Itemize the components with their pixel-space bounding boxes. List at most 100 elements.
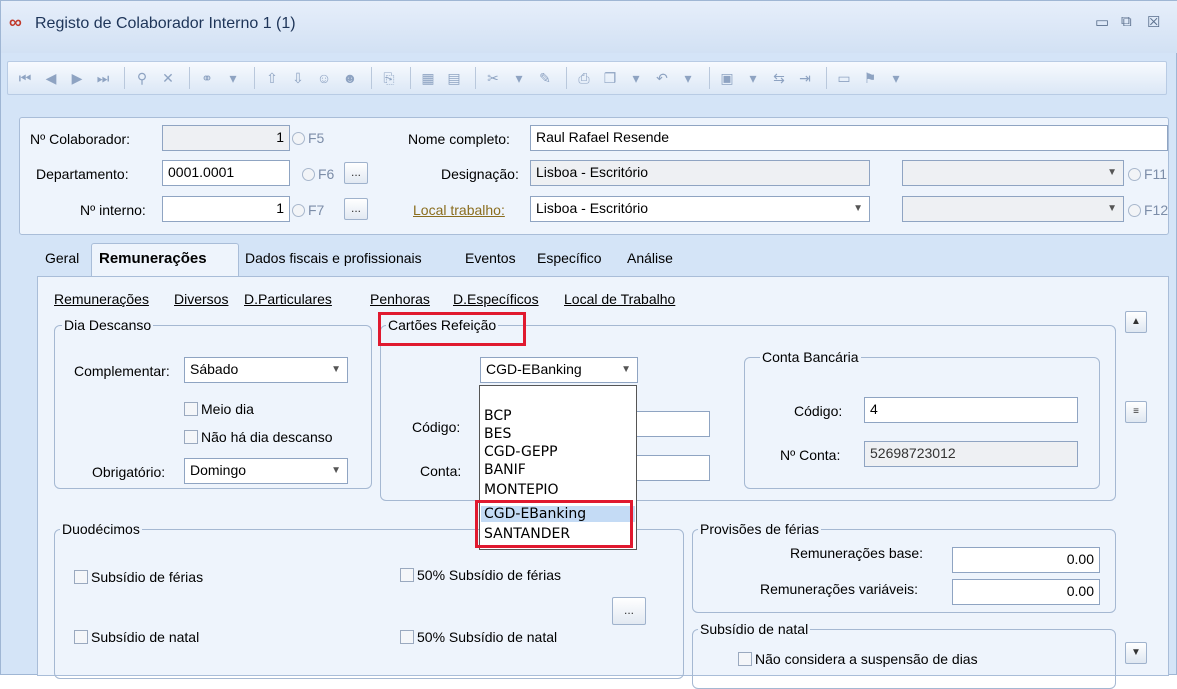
tab-eventos[interactable]: Eventos xyxy=(465,250,516,266)
find-dropdown-icon[interactable]: ▾ xyxy=(222,67,244,89)
dropdown-option-cgd-gepp[interactable]: CGD-GEPP xyxy=(484,444,558,460)
local-trabalho-link[interactable]: Local trabalho: xyxy=(413,202,505,218)
obrigatorio-label: Obrigatório: xyxy=(92,464,166,480)
subsidio-natal-50-checkbox[interactable]: 50% Subsídio de natal xyxy=(400,629,557,645)
print-icon[interactable]: ⎙ xyxy=(573,67,595,89)
user-add-icon[interactable]: ☻ xyxy=(339,67,361,89)
close-icon[interactable]: ☒ xyxy=(1147,13,1160,31)
flag-dropdown-icon[interactable]: ▾ xyxy=(885,67,907,89)
cartoes-codigo-label: Código: xyxy=(412,419,461,435)
undo-icon[interactable]: ↶ xyxy=(651,67,673,89)
f11-radio[interactable]: F11 xyxy=(1128,166,1167,182)
vertical-scrollbar[interactable]: ▲ ≡ ▼ xyxy=(1125,311,1147,666)
chevron-down-icon: ▼ xyxy=(331,364,341,375)
first-record-icon[interactable]: ⏮ xyxy=(14,67,36,89)
last-record-icon[interactable]: ⏭ xyxy=(92,67,114,89)
duodecimos-more-button[interactable]: ... xyxy=(612,597,646,625)
copy-icon[interactable]: ❐ xyxy=(599,67,621,89)
duodecimos-group xyxy=(54,529,684,679)
scroll-up-icon[interactable]: ▲ xyxy=(1125,311,1147,333)
checkbox-icon xyxy=(400,630,414,644)
window-dropdown-icon[interactable]: ▾ xyxy=(742,67,764,89)
next-record-icon[interactable]: ▶ xyxy=(66,67,88,89)
sublink-particulares[interactable]: D.Particulares xyxy=(244,291,332,307)
local-trabalho-select[interactable]: Lisboa - Escritório ▼ xyxy=(530,196,870,222)
flag-icon[interactable]: ⚑ xyxy=(859,67,881,89)
title-bar: ∞ Registo de Colaborador Interno 1 (1) ▭… xyxy=(1,1,1177,53)
checkbox-icon xyxy=(184,402,198,416)
scroll-down-icon[interactable]: ▼ xyxy=(1125,642,1147,664)
nome-field[interactable]: Raul Rafael Resende xyxy=(530,125,1168,151)
sublink-penhoras[interactable]: Penhoras xyxy=(370,291,430,307)
departamento-field[interactable]: 0001.0001 xyxy=(162,160,290,186)
tab-analise[interactable]: Análise xyxy=(627,250,673,266)
designacao-extra-select[interactable]: ▼ xyxy=(902,160,1124,186)
f7-radio[interactable]: F7 xyxy=(292,202,324,218)
scroll-thumb[interactable]: ≡ xyxy=(1125,401,1147,423)
nao-considera-checkbox[interactable]: Não considera a suspensão de dias xyxy=(738,651,978,667)
departamento-lookup-button[interactable]: ... xyxy=(344,162,368,184)
minimize-icon[interactable]: ▭ xyxy=(1095,13,1109,31)
tab-dados-fiscais[interactable]: Dados fiscais e profissionais xyxy=(245,250,422,266)
export-icon[interactable]: ⎘ xyxy=(378,67,400,89)
obrigatorio-select[interactable]: Domingo ▼ xyxy=(184,458,348,484)
window-icon[interactable]: ▣ xyxy=(716,67,738,89)
dropdown-option-montepio[interactable]: MONTEPIO xyxy=(484,482,559,498)
restore-icon[interactable]: ⧉ xyxy=(1121,13,1132,30)
user-icon[interactable]: ☺ xyxy=(313,67,335,89)
dropdown-option-bes[interactable]: BES xyxy=(484,426,511,442)
move-down-icon[interactable]: ⇩ xyxy=(287,67,309,89)
nao-ha-checkbox[interactable]: Não há dia descanso xyxy=(184,429,333,445)
sublink-local-trabalho[interactable]: Local de Trabalho xyxy=(564,291,675,307)
colaborador-field[interactable]: 1 xyxy=(162,125,290,151)
tab-geral[interactable]: Geral xyxy=(45,250,79,266)
cartoes-banco-select[interactable]: CGD-EBanking ▼ xyxy=(480,357,638,383)
tab-remuneracoes[interactable]: Remunerações xyxy=(99,250,207,267)
f5-radio[interactable]: F5 xyxy=(292,130,324,146)
local-trabalho-value: Lisboa - Escritório xyxy=(536,200,649,216)
interno-field[interactable]: 1 xyxy=(162,196,290,222)
local-extra-select[interactable]: ▼ xyxy=(902,196,1124,222)
copy-dropdown-icon[interactable]: ▾ xyxy=(625,67,647,89)
dropdown-option-bcp[interactable]: BCP xyxy=(484,408,512,424)
subsidio-ferias-checkbox[interactable]: Subsídio de férias xyxy=(74,569,203,585)
prev-record-icon[interactable]: ◀ xyxy=(40,67,62,89)
calendar-icon[interactable]: ▦ xyxy=(417,67,439,89)
remuneracoes-variaveis-field[interactable]: 0.00 xyxy=(952,579,1100,605)
checkbox-icon xyxy=(184,430,198,444)
app-logo-icon: ∞ xyxy=(9,12,22,32)
remuneracoes-base-field[interactable]: 0.00 xyxy=(952,547,1100,573)
f6-radio[interactable]: F6 xyxy=(302,166,334,182)
arrow-icon[interactable]: ⇥ xyxy=(794,67,816,89)
toolbar-separator xyxy=(475,67,476,89)
tab-especifico[interactable]: Específico xyxy=(537,250,602,266)
complementar-select[interactable]: Sábado ▼ xyxy=(184,357,348,383)
conta-codigo-field[interactable]: 4 xyxy=(864,397,1078,423)
sublink-especificos[interactable]: D.Específicos xyxy=(453,291,539,307)
tools-dropdown-icon[interactable]: ▾ xyxy=(508,67,530,89)
tools-icon[interactable]: ✂ xyxy=(482,67,504,89)
checkbox-icon xyxy=(74,630,88,644)
interno-lookup-button[interactable]: ... xyxy=(344,198,368,220)
f12-radio[interactable]: F12 xyxy=(1128,202,1168,218)
sublink-remuneracoes[interactable]: Remunerações xyxy=(54,291,149,307)
subsidio-natal-title: Subsídio de natal xyxy=(698,621,811,637)
meio-dia-checkbox[interactable]: Meio dia xyxy=(184,401,254,417)
sublink-diversos[interactable]: Diversos xyxy=(174,291,228,307)
dropdown-option-banif[interactable]: BANIF xyxy=(484,462,526,478)
subsidio-ferias-50-checkbox[interactable]: 50% Subsídio de férias xyxy=(400,567,561,583)
conta-numero-label: Nº Conta: xyxy=(780,447,841,463)
undo-dropdown-icon[interactable]: ▾ xyxy=(677,67,699,89)
user-card-icon[interactable]: ▭ xyxy=(833,67,855,89)
interno-label: Nº interno: xyxy=(80,202,146,218)
edit-icon[interactable]: ✎ xyxy=(534,67,556,89)
move-up-icon[interactable]: ⇧ xyxy=(261,67,283,89)
binoculars-icon[interactable]: ⚲ xyxy=(131,67,153,89)
subsidio-natal-checkbox[interactable]: Subsídio de natal xyxy=(74,629,199,645)
find-icon[interactable]: ⚭ xyxy=(196,67,218,89)
nao-ha-label: Não há dia descanso xyxy=(201,429,333,445)
chart-icon[interactable]: ▤ xyxy=(443,67,465,89)
radio-icon xyxy=(292,132,305,145)
link-icon[interactable]: ⇆ xyxy=(768,67,790,89)
clear-filter-icon[interactable]: ✕ xyxy=(157,67,179,89)
